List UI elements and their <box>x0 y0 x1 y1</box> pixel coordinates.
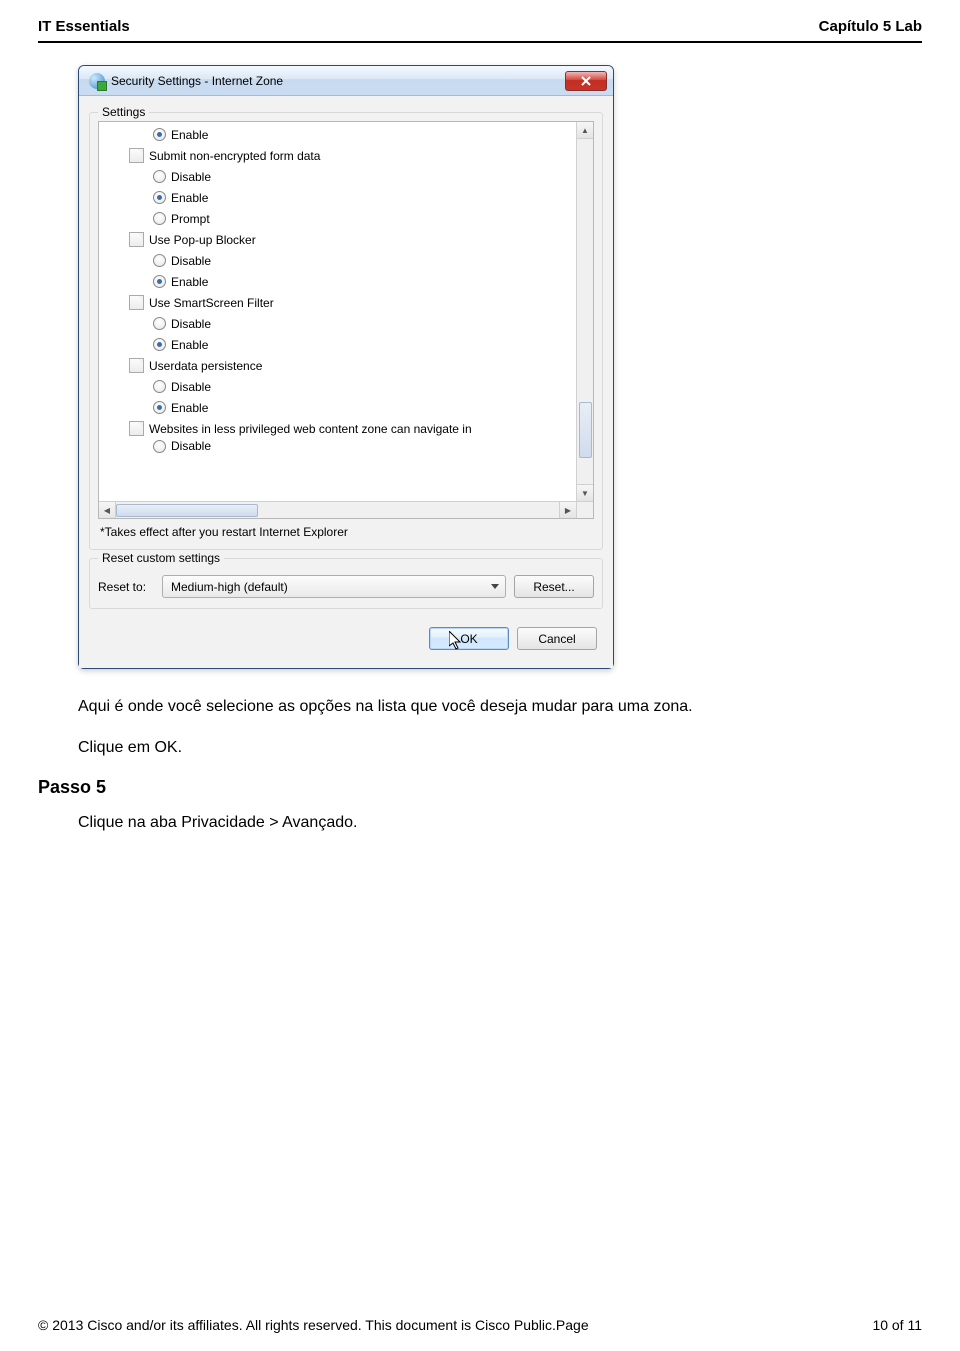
row-label: Disable <box>171 317 211 331</box>
document-icon <box>129 232 144 247</box>
radio-icon <box>153 380 166 393</box>
radio-enable[interactable]: Enable <box>99 124 576 145</box>
radio-icon <box>153 128 166 141</box>
settings-groupbox: Settings Enable Submit non-encrypted for… <box>89 112 603 550</box>
row-label: Enable <box>171 338 208 352</box>
scroll-up-button[interactable]: ▲ <box>577 122 593 139</box>
settings-group-label: Settings <box>98 105 149 119</box>
instruction-paragraph-1: Aqui é onde você selecione as opções na … <box>78 695 922 718</box>
ok-button[interactable]: OK <box>429 627 509 650</box>
radio-icon <box>153 317 166 330</box>
reset-groupbox: Reset custom settings Reset to: Medium-h… <box>89 558 603 609</box>
restart-footnote: *Takes effect after you restart Internet… <box>100 525 592 539</box>
category-submit-form-data: Submit non-encrypted form data <box>99 145 576 166</box>
globe-icon <box>89 73 105 89</box>
scroll-left-button[interactable]: ◀ <box>99 502 116 518</box>
dialog-titlebar[interactable]: Security Settings - Internet Zone <box>79 66 613 96</box>
radio-icon <box>153 254 166 267</box>
combo-value: Medium-high (default) <box>171 580 288 594</box>
category-popup-blocker: Use Pop-up Blocker <box>99 229 576 250</box>
document-icon <box>129 295 144 310</box>
chevron-down-icon <box>491 584 499 589</box>
category-websites-navigate: Websites in less privileged web content … <box>99 418 576 439</box>
cancel-button[interactable]: Cancel <box>517 627 597 650</box>
scroll-down-button[interactable]: ▼ <box>577 484 593 501</box>
radio-enable[interactable]: Enable <box>99 397 576 418</box>
radio-disable[interactable]: Disable <box>99 439 576 453</box>
category-userdata: Userdata persistence <box>99 355 576 376</box>
row-label: Disable <box>171 439 211 453</box>
radio-disable[interactable]: Disable <box>99 250 576 271</box>
settings-listbox[interactable]: Enable Submit non-encrypted form data Di… <box>98 121 594 519</box>
row-label: Websites in less privileged web content … <box>149 422 472 436</box>
radio-disable[interactable]: Disable <box>99 376 576 397</box>
scroll-right-button[interactable]: ▶ <box>559 502 576 518</box>
dialog-title: Security Settings - Internet Zone <box>111 74 283 88</box>
vertical-scrollbar[interactable]: ▲ ▼ <box>576 122 593 501</box>
radio-icon <box>153 191 166 204</box>
radio-icon <box>153 275 166 288</box>
reset-to-label: Reset to: <box>98 580 154 594</box>
radio-disable[interactable]: Disable <box>99 313 576 334</box>
row-label: Enable <box>171 191 208 205</box>
document-icon <box>129 421 144 436</box>
category-smartscreen: Use SmartScreen Filter <box>99 292 576 313</box>
instruction-paragraph-2: Clique em OK. <box>78 736 922 759</box>
scroll-corner <box>576 501 593 518</box>
radio-icon <box>153 170 166 183</box>
row-label: Enable <box>171 401 208 415</box>
reset-level-combo[interactable]: Medium-high (default) <box>162 575 506 598</box>
step-5-body: Clique na aba Privacidade > Avançado. <box>78 814 922 832</box>
close-icon <box>581 76 591 86</box>
row-label: Disable <box>171 170 211 184</box>
radio-enable[interactable]: Enable <box>99 334 576 355</box>
document-icon <box>129 148 144 163</box>
row-label: Enable <box>171 275 208 289</box>
doc-header-left: IT Essentials <box>38 18 130 35</box>
doc-header-right: Capítulo 5 Lab <box>819 18 922 35</box>
row-label: Use SmartScreen Filter <box>149 296 274 310</box>
row-label: Userdata persistence <box>149 359 262 373</box>
row-label: Enable <box>171 128 208 142</box>
security-settings-dialog: Security Settings - Internet Zone Settin… <box>78 65 614 669</box>
radio-icon <box>153 338 166 351</box>
horizontal-scrollbar[interactable]: ◀ ▶ <box>99 501 576 518</box>
radio-prompt[interactable]: Prompt <box>99 208 576 229</box>
reset-button[interactable]: Reset... <box>514 575 594 598</box>
row-label: Prompt <box>171 212 210 226</box>
row-label: Submit non-encrypted form data <box>149 149 320 163</box>
row-label: Disable <box>171 254 211 268</box>
radio-disable[interactable]: Disable <box>99 166 576 187</box>
close-button[interactable] <box>565 71 607 91</box>
radio-icon <box>153 212 166 225</box>
reset-group-label: Reset custom settings <box>98 551 224 565</box>
document-icon <box>129 358 144 373</box>
radio-icon <box>153 440 166 453</box>
radio-enable[interactable]: Enable <box>99 187 576 208</box>
scroll-thumb[interactable] <box>579 402 592 458</box>
footer-left: © 2013 Cisco and/or its affiliates. All … <box>38 1317 589 1333</box>
step-5-title: Passo 5 <box>38 777 922 798</box>
radio-enable[interactable]: Enable <box>99 271 576 292</box>
row-label: Use Pop-up Blocker <box>149 233 256 247</box>
footer-right: 10 of 11 <box>872 1317 922 1333</box>
row-label: Disable <box>171 380 211 394</box>
header-rule <box>38 41 922 43</box>
h-scroll-thumb[interactable] <box>116 504 258 517</box>
radio-icon <box>153 401 166 414</box>
